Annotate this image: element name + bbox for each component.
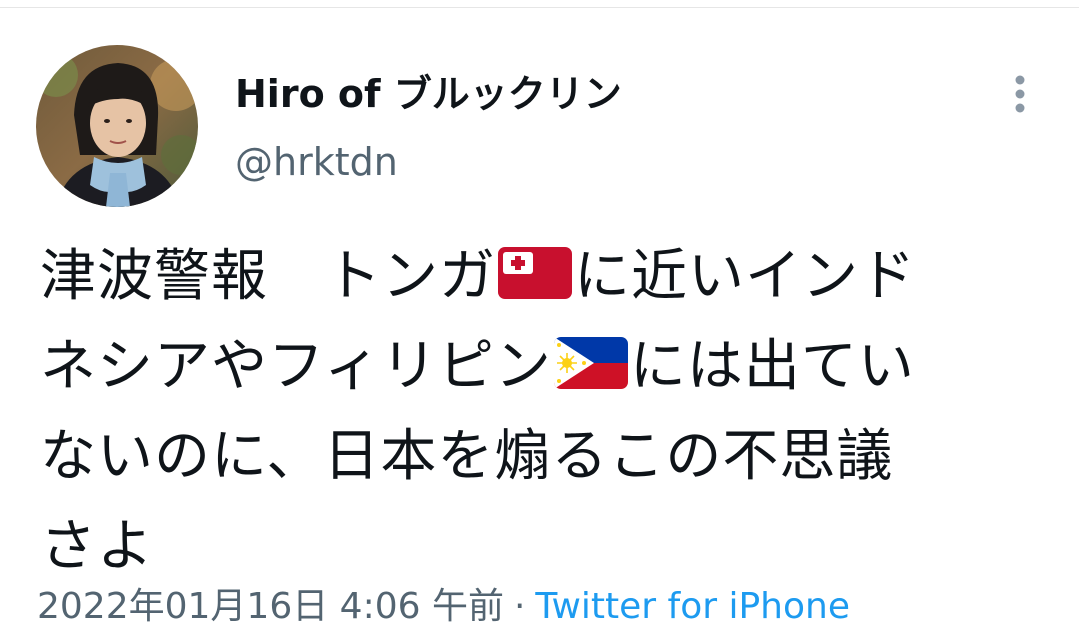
tweet-text-segment: ないのに、日本を煽るこの不思議 [40, 424, 894, 489]
username[interactable]: @hrktdn [235, 136, 398, 188]
timestamp[interactable]: 2022年01月16日 4:06 午前 [37, 586, 504, 627]
more-button[interactable] [1004, 72, 1036, 116]
tweet-text-line: ないのに、日本を煽るこの不思議 [40, 412, 1050, 502]
more-vertical-icon [1015, 75, 1025, 113]
tonga-flag-icon [498, 236, 572, 326]
tweet-text-segment: ネシアやフィリピン [40, 334, 552, 399]
avatar-image [36, 45, 198, 207]
tweet-text-segment: 津波警報 トンガ [40, 244, 496, 309]
tweet: Hiro of ブルックリン @hrktdn 津波警報 トンガ に近いインド ネシ… [0, 0, 1079, 639]
display-name[interactable]: Hiro of ブルックリン [235, 68, 622, 120]
tweet-text-line: 津波警報 トンガ に近いインド [40, 232, 1050, 322]
tweet-text-segment: さよ [40, 514, 154, 579]
tweet-text-line: ネシアやフィリピン には出てい [40, 322, 1050, 412]
tweet-text-segment: には出てい [629, 334, 915, 399]
tweet-text: 津波警報 トンガ に近いインド ネシアやフィリピン には出てい ないのに、日本を煽る… [40, 232, 1050, 592]
philippines-flag-icon [553, 326, 628, 416]
tweet-text-segment: に近いインド [574, 244, 916, 309]
tweet-meta: 2022年01月16日 4:06 午前 · Twitter for iPhone [37, 582, 850, 632]
source-link[interactable]: Twitter for iPhone [535, 586, 850, 627]
avatar[interactable] [36, 45, 198, 207]
meta-separator: · [513, 586, 526, 627]
tweet-text-line: さよ [40, 502, 1050, 592]
